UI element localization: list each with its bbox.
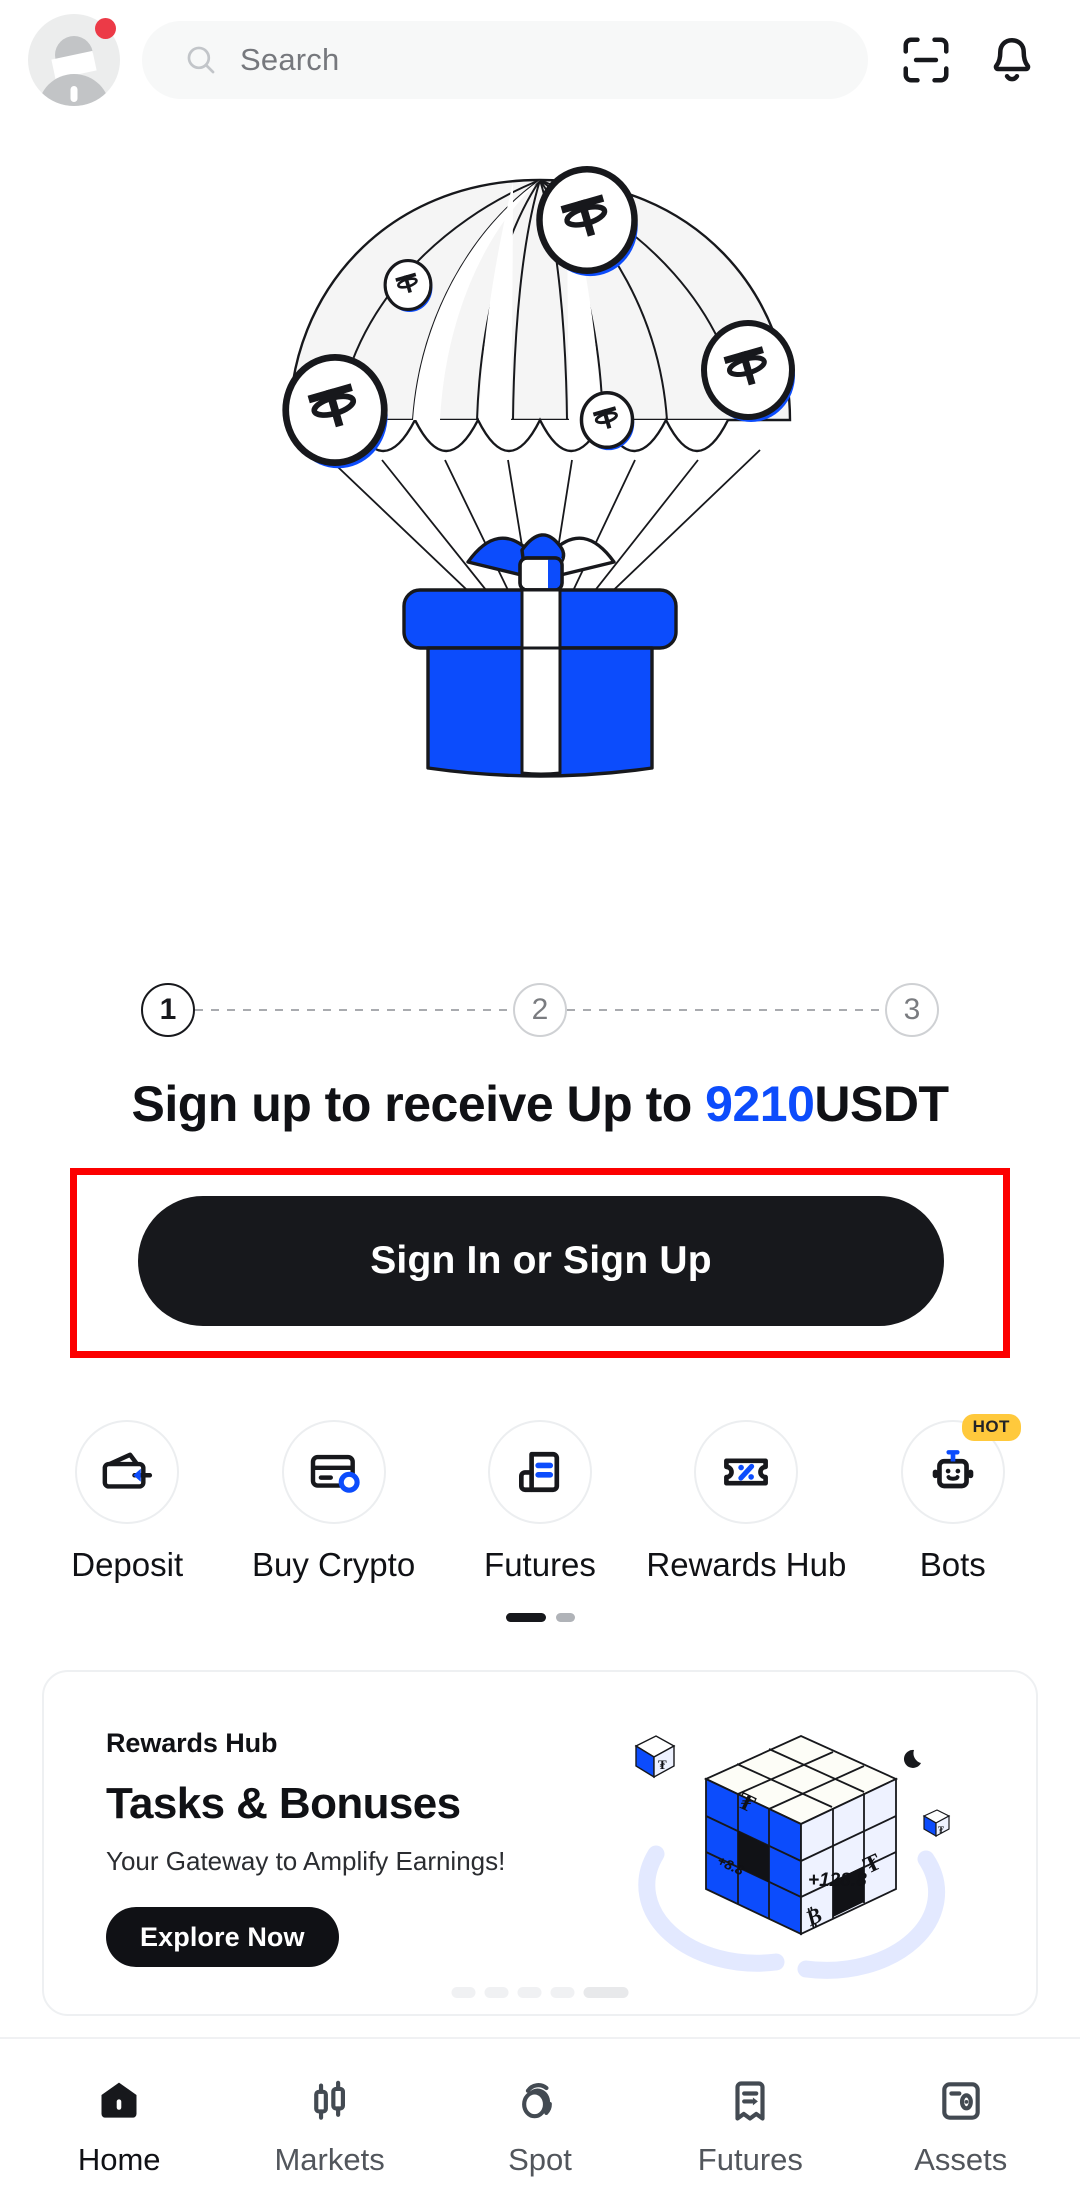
promo-headline: Sign up to receive Up to 9210USDT [0,1075,1080,1133]
signup-step-indicator: 1 2 3 [0,975,1080,1045]
search-icon [187,46,215,74]
banner-dot[interactable] [517,1987,542,1998]
nav-label: Futures [697,2142,803,2177]
top-header: Search [0,0,1080,120]
quick-action-futures[interactable]: Futures [447,1420,633,1584]
banner-illustration: +128.8 +8.8 ₮ ₮ ₿ ₮ ₮ [596,1684,1026,2014]
markets-icon-wrap [305,2072,355,2130]
bottom-navigation: Home Markets Spot Futures Assets [0,2037,1080,2205]
wallet-deposit-icon [102,1452,153,1489]
coupon-percent-icon [724,1458,769,1486]
floating-cube-1: ₮ [634,1735,676,1779]
robot-icon [932,1450,974,1489]
nav-item-assets[interactable]: Assets [861,2066,1061,2178]
buy-crypto-icon-circle [281,1420,386,1524]
hero-illustration [0,120,1080,940]
futures-icon-wrap [725,2072,775,2130]
nav-label: Spot [508,2142,572,2177]
parachute-gift-illustration [170,120,910,778]
step-connector-2 [567,1009,885,1011]
svg-text:₮: ₮ [658,1757,667,1772]
nav-item-futures[interactable]: Futures [650,2066,850,2178]
banner-dot-active[interactable] [583,1987,629,1998]
quick-action-buy-crypto[interactable]: Buy Crypto [241,1420,427,1584]
assets-icon-wrap [936,2072,986,2130]
banner-pagination [451,1987,629,1998]
banner-dot[interactable] [451,1987,476,1998]
step-2[interactable]: 2 [513,983,567,1037]
floating-cube-2: ₮ [922,1809,951,1838]
futures-icon-circle [487,1420,592,1524]
nav-label: Markets [274,2142,385,2177]
credit-card-icon [310,1454,360,1493]
home-icon [101,2082,137,2118]
spot-swap-icon [522,2083,552,2119]
rewards-hub-banner[interactable]: Rewards Hub Tasks & Bonuses Your Gateway… [42,1670,1038,2016]
headline-suffix: USDT [814,1076,949,1132]
banner-subtitle: Your Gateway to Amplify Earnings! [106,1846,506,1876]
banner-text-block: Rewards Hub Tasks & Bonuses Your Gateway… [106,1728,626,1967]
bots-icon-circle: HOT [900,1414,1021,1524]
quick-action-label: Deposit [71,1546,184,1583]
notifications-button[interactable] [976,24,1048,96]
banner-title: Tasks & Bonuses [106,1779,461,1828]
step-connector-1 [195,1009,513,1011]
scan-button[interactable] [890,24,962,96]
sign-in-or-sign-up-button[interactable]: Sign In or Sign Up [138,1196,944,1326]
quick-action-rewards-hub[interactable]: Rewards Hub [646,1420,846,1584]
banner-dot[interactable] [550,1987,575,1998]
home-icon-wrap [94,2072,144,2130]
explore-now-button[interactable]: Explore Now [106,1907,339,1967]
nav-label: Home [77,2142,161,2177]
hot-badge: HOT [961,1414,1021,1441]
nav-item-spot[interactable]: Spot [440,2066,640,2178]
quick-actions-row: Deposit Buy Crypto Futures Rewards Hub H… [0,1414,1080,1584]
avatar-body [38,74,110,106]
search-input[interactable]: Search [142,21,868,99]
rubiks-cube-crypto-icon: +128.8 +8.8 ₮ ₮ ₿ ₮ ₮ [634,1735,951,1979]
spot-icon-wrap [515,2072,565,2130]
nav-item-markets[interactable]: Markets [230,2066,430,2178]
candlestick-icon [313,2080,345,2120]
headline-prefix: Sign up to receive Up to [131,1076,706,1132]
nav-label: Assets [914,2142,1008,2177]
page-dot-active[interactable] [505,1613,546,1622]
quick-action-label: Buy Crypto [251,1546,416,1583]
quick-action-label: Bots [919,1546,986,1583]
assets-safe-icon [942,2082,980,2120]
svg-text:₮: ₮ [938,1825,944,1835]
rewards-hub-icon-circle [694,1420,799,1524]
search-placeholder: Search [240,42,340,77]
avatar[interactable] [28,14,120,106]
usdt-coin-left-large [283,354,387,468]
banner-kicker: Rewards Hub [106,1728,278,1758]
quick-action-deposit[interactable]: Deposit [34,1420,220,1584]
futures-icon [735,2081,765,2121]
futures-document-icon [518,1451,560,1493]
app-screen: Search 1 2 3 Sign up to receive Up to 92… [0,0,1080,2205]
banner-dot[interactable] [484,1987,509,1998]
avatar-head [55,36,93,74]
deposit-icon-circle [75,1420,180,1524]
step-3[interactable]: 3 [885,983,939,1037]
avatar-notification-dot [95,18,116,39]
gift-box [402,533,678,778]
quick-action-label: Rewards Hub [646,1546,847,1583]
quick-action-label: Futures [484,1546,596,1583]
page-dot[interactable] [555,1613,575,1622]
quick-action-bots[interactable]: HOT Bots [860,1414,1046,1584]
quick-actions-pagination [0,1613,1080,1622]
cube-face-value: +128.8 [808,1870,867,1891]
scan-icon [903,37,949,83]
nav-item-home[interactable]: Home [19,2066,219,2178]
notification-bell-icon [993,37,1031,82]
headline-amount: 9210 [705,1076,815,1132]
step-1[interactable]: 1 [141,983,195,1037]
